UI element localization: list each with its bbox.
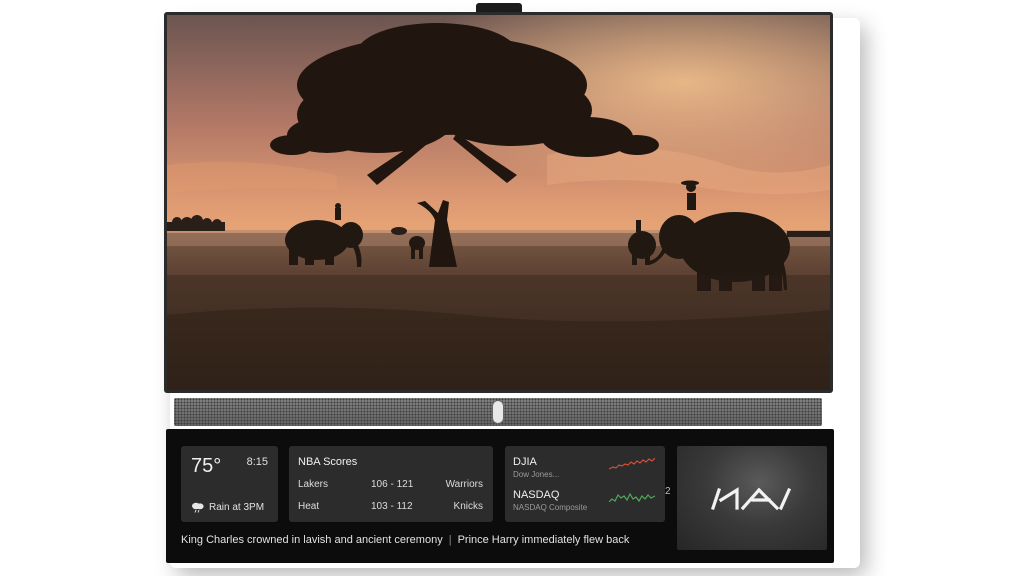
score-row: Heat 103 - 112 Knicks (298, 501, 483, 515)
kia-ad-tile[interactable] (677, 446, 827, 550)
stock-subtitle: Dow Jones... (513, 470, 560, 479)
headline-separator: | (448, 534, 452, 546)
game-score: 106 - 121 (371, 479, 414, 490)
temperature: 75° (191, 455, 222, 477)
nba-scores-widget[interactable]: NBA Scores Lakers 106 - 121 Warriors Hea… (289, 446, 493, 522)
cloud-rain-icon (192, 502, 204, 513)
nasdaq-sparkline (609, 492, 655, 503)
score-row: Lakers 106 - 121 Warriors (298, 479, 483, 493)
team-away: Warriors (445, 479, 483, 490)
tv-screen-image (167, 15, 830, 390)
soundbar-button[interactable] (493, 401, 503, 423)
current-time: 8:15 (246, 456, 268, 468)
headline: King Charles crowned in lavish and ancie… (181, 534, 443, 546)
stock-name: DJIA (513, 456, 537, 468)
djia-sparkline (609, 457, 655, 470)
stocks-widget[interactable]: DJIA Dow Jones... NASDAQ NASDAQ Composit… (505, 446, 665, 522)
weather-forecast: Rain at 3PM (209, 502, 265, 513)
team-away: Knicks (453, 501, 483, 512)
nba-title: NBA Scores (298, 456, 358, 468)
team-home: Heat (298, 501, 320, 512)
savanna-sunset-elephants-image (167, 15, 830, 390)
stock-subtitle: NASDAQ Composite (513, 503, 588, 512)
partial-stock-value: 2 (665, 486, 671, 497)
team-home: Lakers (298, 479, 329, 490)
news-ticker[interactable]: King Charles crowned in lavish and ancie… (181, 534, 669, 550)
game-score: 103 - 112 (371, 501, 413, 512)
weather-widget[interactable]: 75° 8:15 Rain at 3PM (181, 446, 278, 522)
stock-name: NASDAQ (513, 489, 560, 501)
kia-logo (710, 487, 792, 511)
headline: Prince Harry immediately flew back (457, 534, 630, 546)
